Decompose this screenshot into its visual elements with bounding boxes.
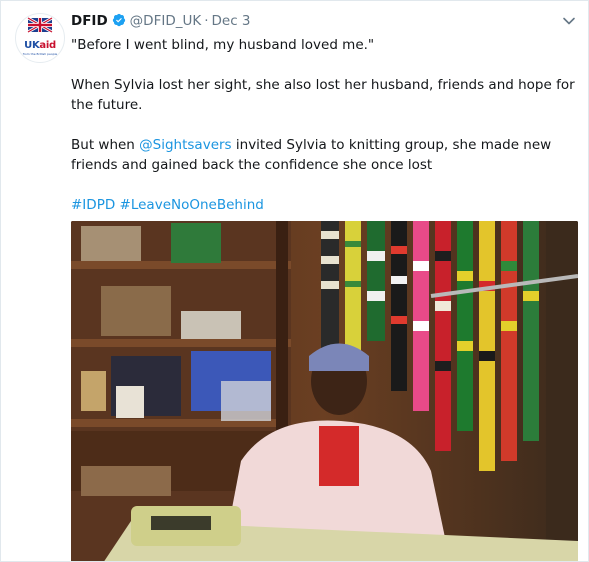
avatar[interactable]: UKaid from the British people [15, 13, 65, 63]
tweet-header: DFID @DFID_UK · Dec 3 [71, 11, 576, 31]
chevron-down-icon[interactable] [562, 14, 576, 28]
tweet-paragraph: But when @Sightsavers invited Sylvia to … [71, 137, 552, 173]
author-handle[interactable]: @DFID_UK [130, 13, 202, 29]
hashtag-link[interactable]: #LeaveNoOneBehind [120, 197, 264, 213]
mention-link[interactable]: @Sightsavers [139, 137, 231, 153]
knitting-photo [71, 221, 578, 561]
author-name[interactable]: DFID [71, 13, 108, 29]
avatar-subtext: from the British people [22, 52, 58, 56]
ukaid-logo: UKaid [24, 40, 56, 51]
tweet-timestamp[interactable]: Dec 3 [212, 13, 251, 29]
separator-dot: · [204, 13, 209, 29]
tweet-card[interactable]: UKaid from the British people DFID @DFID_… [0, 0, 589, 562]
hashtag-line: #IDPD #LeaveNoOneBehind [71, 195, 576, 215]
verified-badge-icon [112, 13, 126, 33]
tweet-paragraph: When Sylvia lost her sight, she also los… [71, 77, 575, 113]
tweet-content: DFID @DFID_UK · Dec 3 "Before I went blind,… [71, 11, 576, 235]
tweet-text: "Before I went blind, my husband loved m… [71, 35, 576, 215]
tweet-quote: "Before I went blind, my husband loved m… [71, 37, 375, 53]
hashtag-link[interactable]: #IDPD [71, 197, 115, 213]
tweet-photo[interactable] [71, 221, 578, 561]
